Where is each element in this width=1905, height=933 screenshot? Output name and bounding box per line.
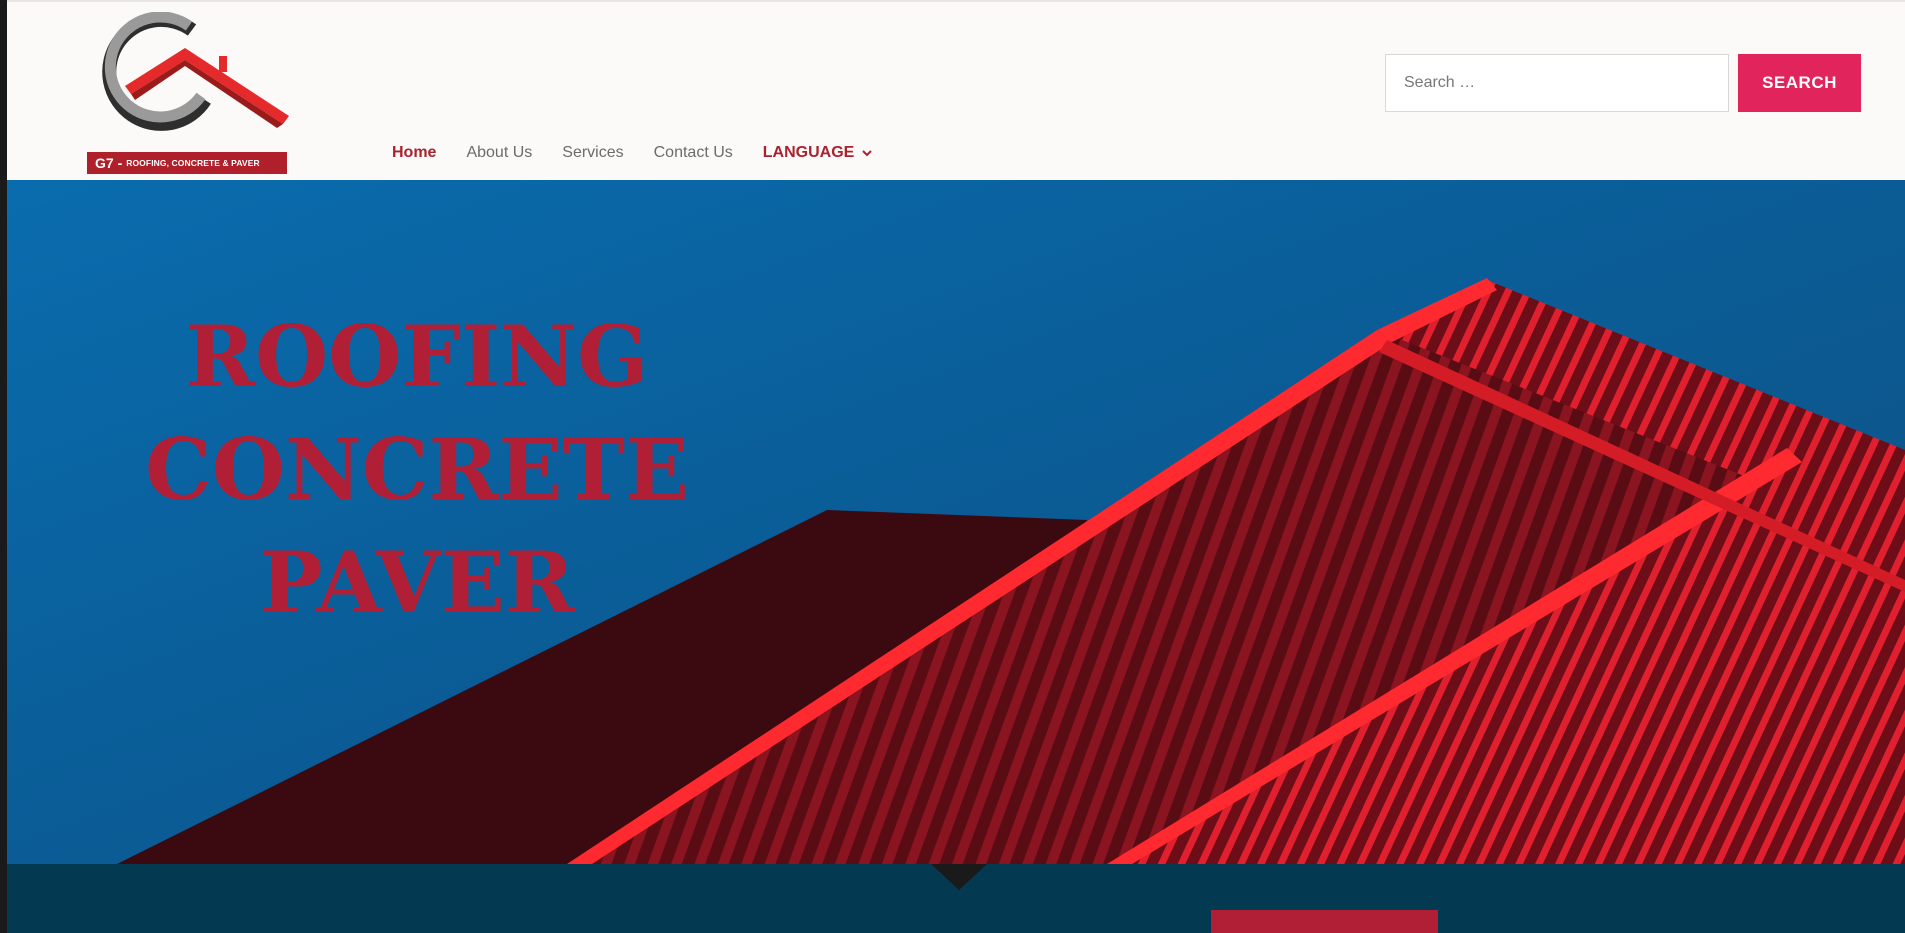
logo-tagline: ROOFING, CONCRETE & PAVER	[126, 158, 260, 168]
section-notch	[931, 864, 987, 890]
nav-about-us[interactable]: About Us	[466, 144, 532, 162]
hero-title: ROOFING CONCRETE PAVER	[87, 300, 747, 639]
nav-language-label: LANGUAGE	[762, 144, 855, 161]
search-button[interactable]: SEARCH	[1738, 54, 1861, 112]
hero-banner: ROOFING CONCRETE PAVER	[7, 180, 1905, 864]
nav-services[interactable]: Services	[562, 144, 623, 162]
hero-line-concrete: CONCRETE	[144, 420, 690, 519]
chevron-down-icon	[862, 150, 873, 157]
main-nav: Home About Us Services Contact Us LANGUA…	[392, 144, 903, 162]
nav-contact-us[interactable]: Contact Us	[654, 144, 733, 162]
site-header: G7 - ROOFING, CONCRETE & PAVER Home Abou…	[7, 0, 1905, 180]
hero-line-roofing: ROOFING	[185, 307, 649, 406]
cta-button[interactable]	[1211, 910, 1438, 933]
site-logo[interactable]: G7 - ROOFING, CONCRETE & PAVER	[87, 11, 293, 174]
logo-mark	[102, 11, 289, 131]
window-edge	[0, 0, 7, 933]
search-input[interactable]	[1385, 54, 1729, 112]
logo-mark-text: G7 -	[95, 155, 123, 171]
nav-language[interactable]: LANGUAGE	[763, 144, 874, 162]
logo-banner: G7 - ROOFING, CONCRETE & PAVER	[87, 152, 287, 174]
nav-home[interactable]: Home	[392, 144, 436, 162]
hero-line-paver: PAVER	[259, 533, 575, 632]
